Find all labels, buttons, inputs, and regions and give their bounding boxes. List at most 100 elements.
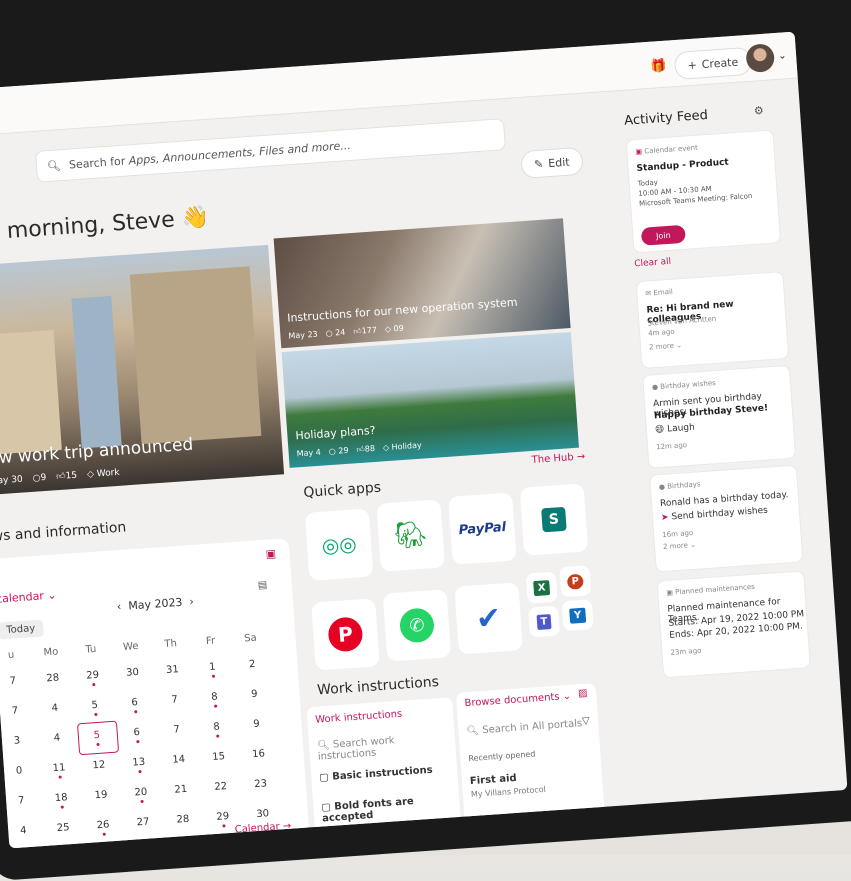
calendar-day[interactable]: 21: [166, 783, 197, 796]
feed-card-birthdays[interactable]: ● Birthdays Ronald has a birthday today.…: [649, 464, 804, 573]
edit-label: Edit: [547, 155, 570, 170]
calendar-day[interactable]: 9: [239, 688, 270, 701]
calendar-day[interactable]: 8: [199, 691, 230, 709]
calendar-day[interactable]: 11: [44, 762, 75, 780]
send-wishes-action[interactable]: Send birthday wishes: [671, 506, 768, 523]
chevron-down-icon[interactable]: ⌄: [778, 50, 787, 62]
gift-icon[interactable]: 🎁: [650, 59, 667, 75]
calendar-day[interactable]: 4: [40, 702, 71, 715]
list-item[interactable]: ▢ Basic instructions: [319, 765, 433, 784]
month-nav[interactable]: ‹ May 2023 ›: [116, 595, 194, 613]
calendar-day[interactable]: 0: [4, 764, 35, 777]
today-button[interactable]: Today: [0, 619, 44, 640]
calendar-day[interactable]: 25: [48, 822, 79, 835]
avatar: ●: [658, 482, 666, 492]
powerpoint-app[interactable]: P: [559, 565, 592, 598]
building-shape: [0, 330, 62, 455]
hub-link[interactable]: The Hub →: [531, 451, 585, 466]
calendar-day[interactable]: 8: [201, 721, 232, 739]
hero-news-main[interactable]: ew work trip announced May 30 ○9 👍︎15 ◇ …: [0, 244, 285, 496]
calendar-day[interactable]: 5: [82, 729, 113, 747]
calendar-day[interactable]: 18: [46, 792, 77, 810]
hero-main-meta: May 30 ○9 👍︎15 ◇ Work: [0, 468, 120, 487]
calendar-icon[interactable]: ▣: [265, 547, 276, 561]
calendar-day[interactable]: 3: [2, 735, 33, 748]
email-more[interactable]: 2 more ⌄: [649, 341, 682, 351]
calendar-day[interactable]: 30: [247, 808, 278, 821]
birthday-more[interactable]: 2 more ⌄: [663, 541, 696, 551]
calendar-day[interactable]: 1: [197, 661, 228, 679]
weekday-label: Th: [164, 638, 178, 651]
activity-feed: Activity Feed ⚙ ▣ Calendar event Standup…: [624, 103, 821, 792]
teams-app[interactable]: T: [527, 605, 561, 638]
feed-card-birthday-wish[interactable]: ● Birthday wishes Armin sent you birthda…: [642, 364, 797, 469]
calendar-day[interactable]: 31: [157, 664, 188, 677]
work-instructions-search[interactable]: 🔍︎ Search work instructions: [317, 731, 456, 762]
calendar-selector[interactable]: calendar ⌄: [0, 588, 57, 605]
calendar-day[interactable]: 19: [86, 789, 117, 802]
tile-meta: May 23 ○ 24 👍︎177 ◇ 09: [288, 323, 405, 341]
feed-card-email[interactable]: ✉ Email Re: Hi brand new colleagues Stev…: [635, 271, 790, 370]
portal-icon[interactable]: ▨: [578, 688, 588, 700]
calendar-day[interactable]: 28: [37, 672, 68, 685]
browse-documents-dropdown[interactable]: Browse documents ⌄: [464, 691, 571, 709]
teams-icon: ▣: [666, 588, 674, 597]
calendar-day[interactable]: 16: [243, 748, 274, 761]
calendar-day[interactable]: 29: [77, 669, 108, 687]
calendar-day[interactable]: 7: [0, 675, 28, 688]
filter-icon[interactable]: ▽: [582, 716, 590, 728]
clear-all-link[interactable]: Clear all: [634, 257, 672, 270]
create-button[interactable]: + Create: [673, 46, 753, 81]
excel-app[interactable]: X: [525, 571, 558, 604]
global-search[interactable]: 🔍︎ Search for Apps, Announcements, Files…: [34, 118, 507, 183]
sharepoint-app[interactable]: S: [519, 483, 589, 556]
calendar-day[interactable]: 22: [205, 780, 236, 793]
edit-button[interactable]: ✎ Edit: [520, 146, 584, 179]
avatar: ●: [651, 383, 659, 392]
calendar-day[interactable]: 6: [121, 726, 152, 744]
birthday-ago: 16m ago: [661, 528, 694, 540]
calendar-day[interactable]: 6: [119, 696, 150, 714]
calendar-day[interactable]: 2: [237, 658, 268, 671]
calendar-day[interactable]: 23: [245, 778, 276, 791]
calendar-day[interactable]: 27: [128, 816, 159, 829]
calendar-day[interactable]: 7: [161, 723, 192, 736]
gear-icon[interactable]: ⚙: [753, 104, 764, 118]
pinterest-app[interactable]: P: [311, 598, 380, 671]
calendar-day[interactable]: 4: [8, 824, 39, 837]
calendar-view-icon[interactable]: ▤: [257, 580, 267, 592]
calendar-day[interactable]: 20: [126, 786, 157, 804]
news-tile-holiday[interactable]: Holiday plans? May 4 ○ 29 👍︎88 ◇ Holiday: [281, 331, 579, 468]
calendar-day[interactable]: 5: [79, 699, 110, 717]
calendar-day[interactable]: 13: [124, 756, 155, 774]
evernote-app[interactable]: 🐘︎: [376, 499, 445, 572]
todo-app[interactable]: ✔: [454, 582, 523, 655]
paypal-app[interactable]: PayPal: [448, 492, 517, 565]
mail-icon: ✉: [645, 289, 652, 298]
tile-title: Holiday plans?: [295, 423, 376, 443]
calendar-day[interactable]: 15: [203, 751, 234, 764]
calendar-day[interactable]: 26: [88, 819, 119, 837]
calendar-day[interactable]: 28: [168, 813, 199, 826]
calendar-day[interactable]: 14: [163, 753, 194, 766]
feed-card-maintenance[interactable]: ▣ Planned maintenances Planned maintenan…: [656, 570, 811, 679]
calendar-day[interactable]: 30: [117, 666, 148, 679]
work-instructions-tab[interactable]: Work instructions: [315, 709, 403, 726]
tile-title: Instructions for our new operation syste…: [286, 295, 518, 325]
quick-apps-heading: Quick apps: [302, 479, 382, 501]
calendar-day[interactable]: 7: [0, 705, 30, 718]
join-button[interactable]: Join: [640, 224, 686, 246]
yammer-app[interactable]: Y: [561, 599, 594, 632]
whatsapp-app[interactable]: ✆: [382, 589, 452, 662]
browse-search[interactable]: 🔍︎ Search in All portals: [466, 718, 582, 737]
calendar-day[interactable]: 4: [42, 732, 73, 745]
news-tile-instructions[interactable]: Instructions for our new operation syste…: [273, 218, 571, 349]
calendar-grid: u Mo Tu We Th Fr Sa 7 28 29 30 31 1 2 7 4 5 6 7 8 9 3 4 5 6 7 8 9 0 1…: [0, 538, 292, 849]
calendar-day[interactable]: 12: [84, 759, 115, 772]
recent-item-title[interactable]: First aid: [470, 773, 517, 787]
calendar-day[interactable]: 7: [6, 794, 37, 807]
calendar-day[interactable]: 7: [159, 693, 190, 706]
calendar-day[interactable]: 9: [241, 718, 272, 731]
tripadvisor-app[interactable]: ◎◎: [304, 508, 374, 581]
feed-card-event[interactable]: ▣ Calendar event Standup - Product Today…: [625, 129, 782, 254]
